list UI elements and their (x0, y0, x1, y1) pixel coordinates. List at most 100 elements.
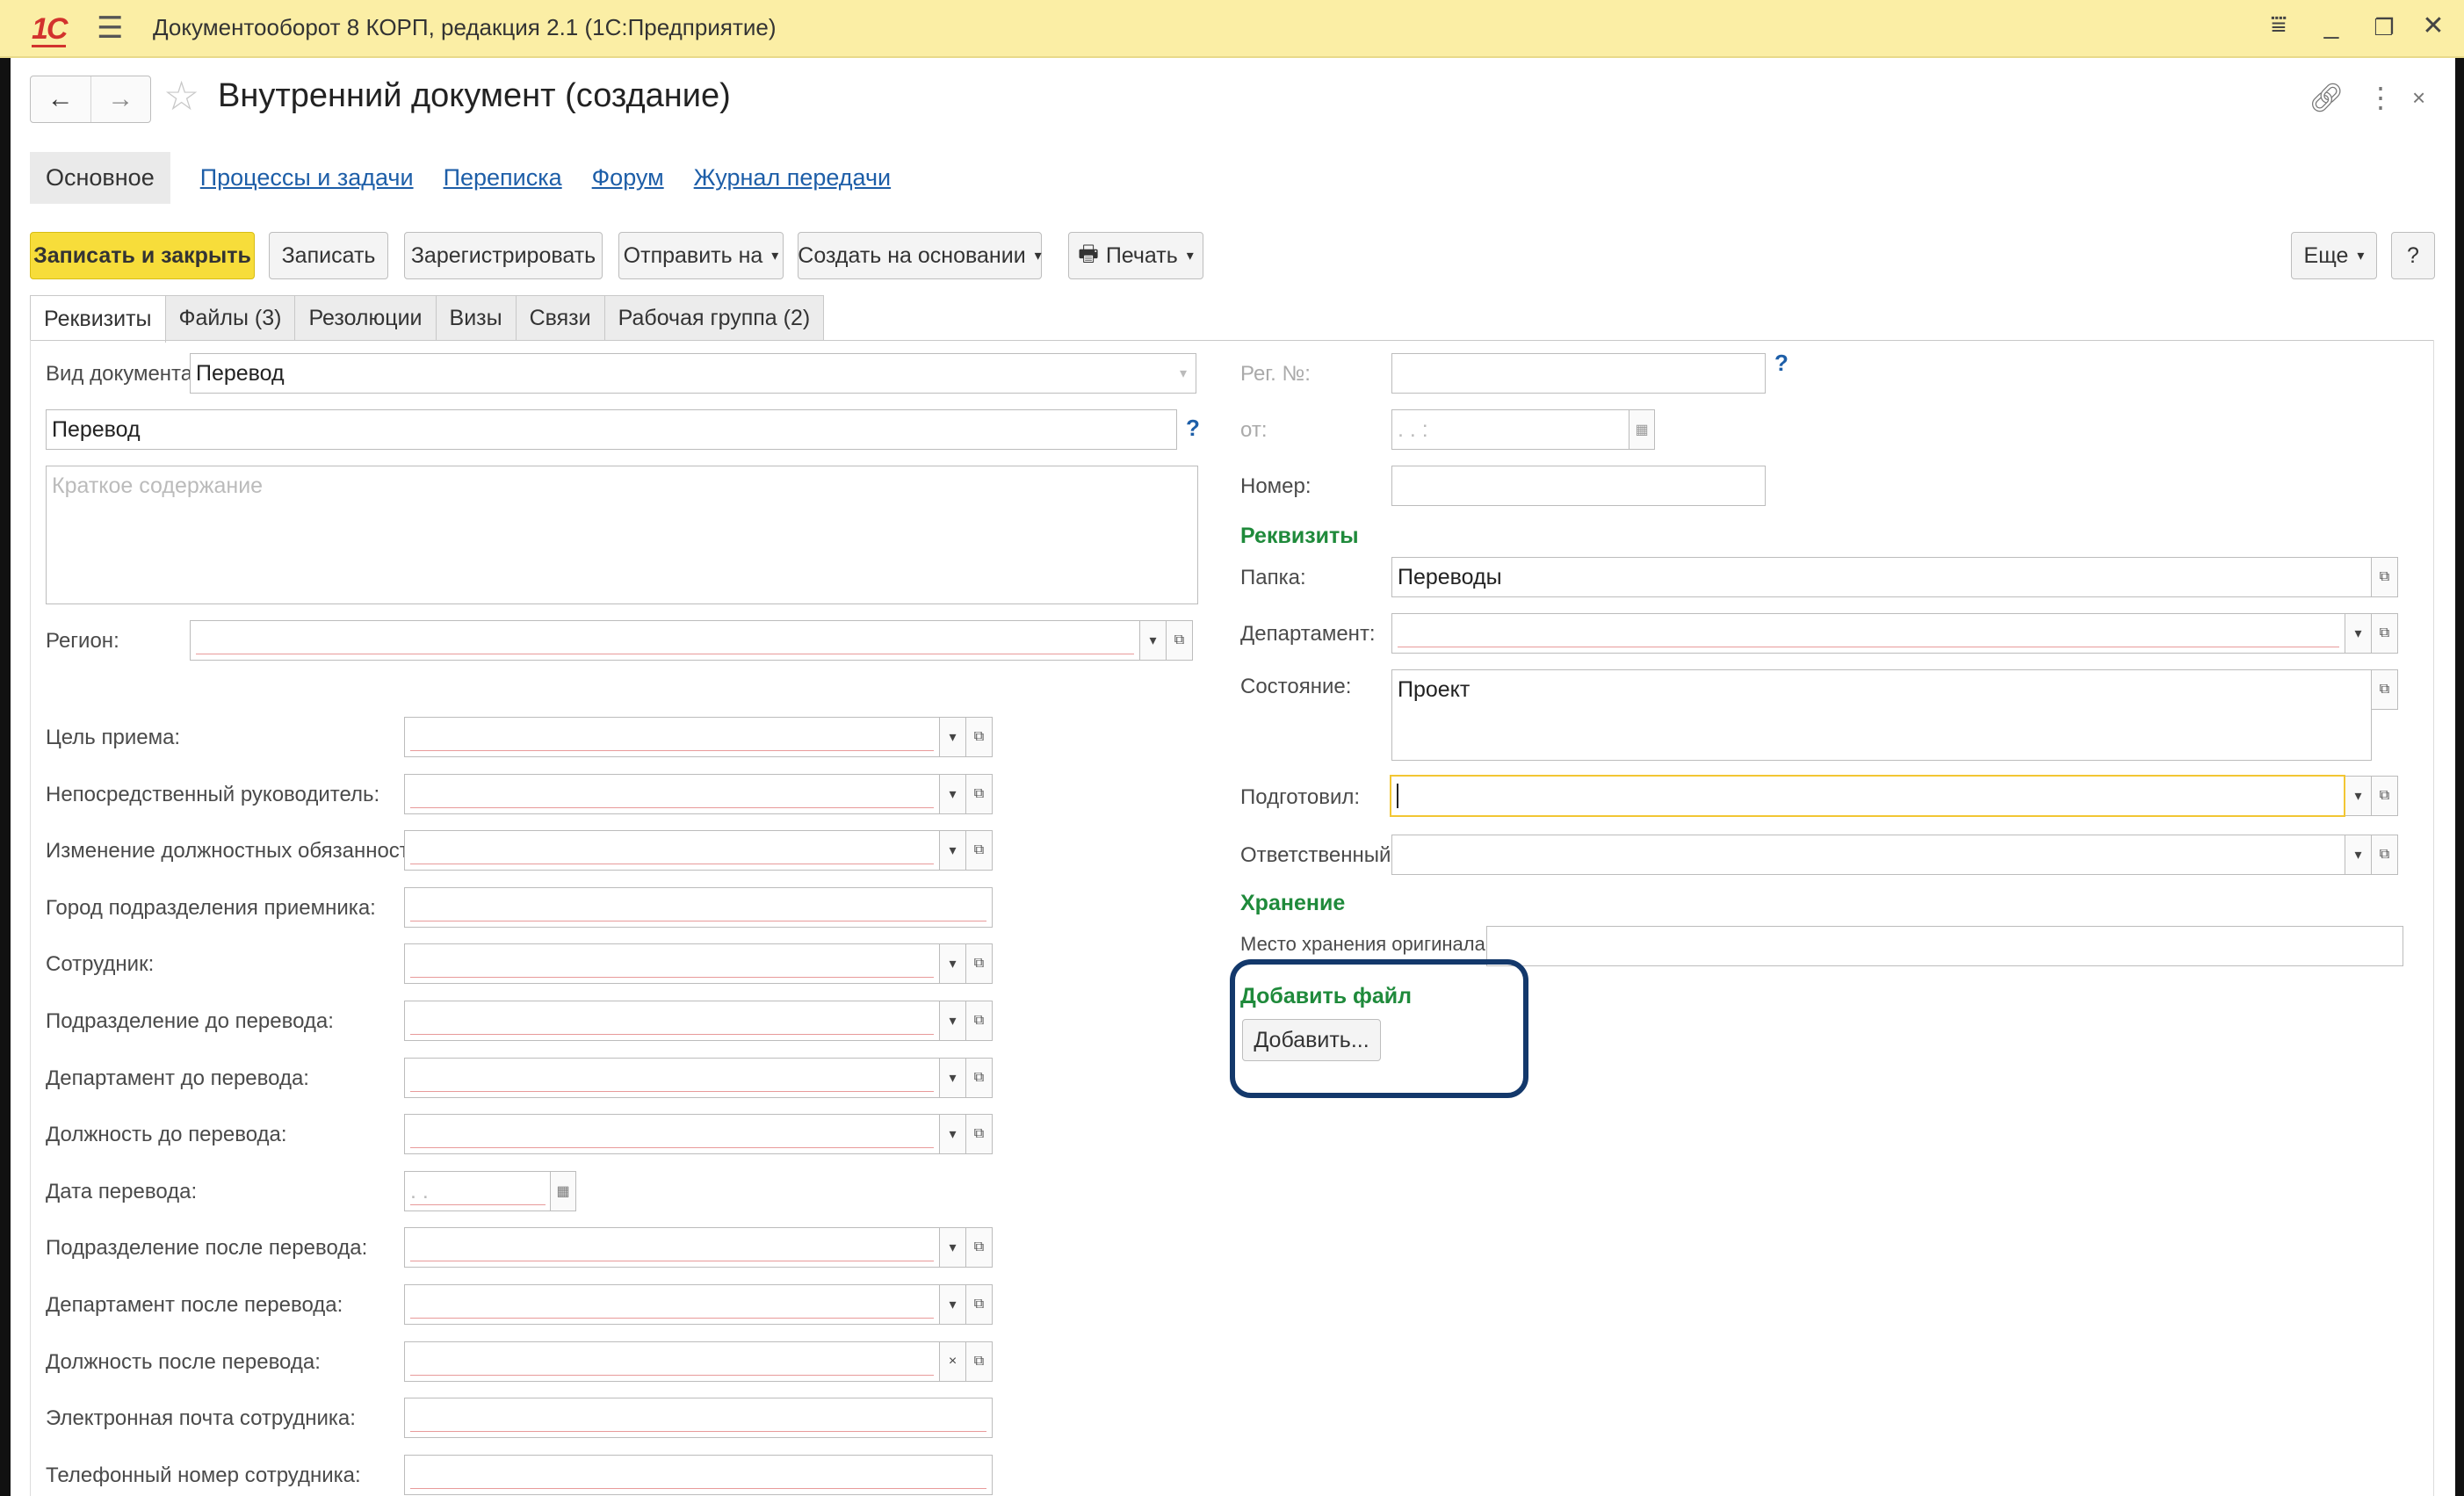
subject-field[interactable]: Перевод (46, 409, 1177, 450)
position-after-field[interactable] (404, 1341, 940, 1382)
section-processes[interactable]: Процессы и задачи (200, 164, 414, 192)
state-open-icon[interactable]: ⧉ (2372, 669, 2398, 710)
open-icon[interactable]: ⧉ (966, 1284, 993, 1325)
title-bar: 1С ☰ Документооборот 8 КОРП, редакция 2.… (0, 0, 2464, 58)
open-icon[interactable]: ⧉ (966, 1001, 993, 1041)
section-correspondence[interactable]: Переписка (444, 164, 562, 192)
duty-change-field[interactable] (404, 830, 940, 871)
state-field[interactable]: Проект (1391, 669, 2372, 761)
dropdown-arrow-icon: ▾ (771, 249, 779, 264)
region-dropdown-icon[interactable]: ▾ (1140, 620, 1167, 661)
link-icon[interactable]: 🔗︎ (2309, 81, 2345, 114)
tab-workgroup[interactable]: Рабочая группа (2) (603, 295, 825, 341)
prepared-by-open-icon[interactable]: ⧉ (2372, 776, 2398, 816)
subject-help-icon[interactable]: ? (1186, 415, 1200, 442)
forward-button[interactable]: → (90, 76, 151, 122)
folder-open-icon[interactable]: ⧉ (2372, 557, 2398, 597)
section-main[interactable]: Основное (30, 151, 170, 204)
employee-phone-field[interactable] (404, 1455, 993, 1495)
more-button[interactable]: Еще ▾ (2291, 232, 2377, 279)
send-to-button[interactable]: Отправить на ▾ (618, 232, 784, 279)
dept-after-field[interactable] (404, 1227, 940, 1268)
help-button[interactable]: ? (2391, 232, 2435, 279)
number-field[interactable] (1391, 466, 1766, 506)
dropdown-arrow-icon[interactable]: ▾ (940, 1114, 966, 1154)
settings-menu-icon[interactable]: ⩸ (2261, 11, 2296, 40)
tab-visas[interactable]: Визы (435, 295, 517, 341)
reg-no-help-icon[interactable]: ? (1774, 350, 1788, 377)
from-date-field[interactable]: . . : (1391, 409, 1630, 450)
favorite-star-icon[interactable]: ☆ (163, 76, 199, 116)
back-button[interactable]: ← (31, 76, 90, 122)
register-label: Зарегистрировать (410, 242, 596, 268)
responsible-dropdown-icon[interactable]: ▾ (2345, 835, 2372, 875)
calendar-icon[interactable]: ▦ (1629, 409, 1655, 450)
open-icon[interactable]: ⧉ (966, 830, 993, 871)
calendar-icon[interactable]: ▦ (550, 1171, 576, 1211)
minimize-icon[interactable]: _ (2314, 11, 2349, 40)
folder-field[interactable]: Переводы (1391, 557, 2372, 597)
department-dropdown-icon[interactable]: ▾ (2345, 613, 2372, 654)
summary-textarea[interactable]: Краткое содержание (46, 466, 1198, 604)
department-after-field[interactable] (404, 1284, 940, 1325)
dropdown-arrow-icon[interactable]: ▾ (940, 830, 966, 871)
region-open-icon[interactable]: ⧉ (1167, 620, 1193, 661)
dept-before-field[interactable] (404, 1001, 940, 1041)
prepared-by-field[interactable] (1390, 775, 2345, 817)
tab-links[interactable]: Связи (515, 295, 605, 341)
group-heading-storage: Хранение (1240, 891, 1346, 915)
open-icon[interactable]: ⧉ (966, 943, 993, 984)
open-icon[interactable]: ⧉ (966, 774, 993, 814)
save-button[interactable]: Записать (269, 232, 388, 279)
department-field[interactable] (1391, 613, 2345, 654)
maximize-icon[interactable]: ❐ (2366, 14, 2402, 41)
reg-no-field[interactable] (1391, 353, 1766, 394)
open-icon[interactable]: ⧉ (966, 1114, 993, 1154)
main-menu-icon[interactable]: ☰ (97, 11, 123, 46)
dropdown-arrow-icon[interactable]: ▾ (940, 943, 966, 984)
responsible-open-icon[interactable]: ⧉ (2372, 835, 2398, 875)
section-transfer-log[interactable]: Журнал передачи (694, 164, 891, 192)
clear-icon[interactable]: × (940, 1341, 966, 1382)
dept-before-label: Подразделение до перевода: (46, 1009, 334, 1033)
department-open-icon[interactable]: ⧉ (2372, 613, 2398, 654)
receiver-city-field[interactable] (404, 887, 993, 928)
open-icon[interactable]: ⧉ (966, 1058, 993, 1098)
doc-kind-dropdown-icon[interactable]: ▾ (1170, 353, 1196, 394)
position-before-field[interactable] (404, 1114, 940, 1154)
open-icon[interactable]: ⧉ (966, 1227, 993, 1268)
dropdown-arrow-icon[interactable]: ▾ (940, 1227, 966, 1268)
save-and-close-button[interactable]: Записать и закрыть (30, 232, 255, 279)
department-before-field[interactable] (404, 1058, 940, 1098)
close-form-icon[interactable]: × (2412, 84, 2425, 112)
tab-requisites[interactable]: Реквизиты (30, 295, 166, 343)
dropdown-arrow-icon[interactable]: ▾ (940, 1284, 966, 1325)
transfer-date-field[interactable]: . . (404, 1171, 552, 1211)
open-icon[interactable]: ⧉ (966, 717, 993, 757)
storage-place-field[interactable] (1486, 926, 2403, 966)
create-based-on-button[interactable]: Создать на основании ▾ (798, 232, 1042, 279)
dropdown-arrow-icon[interactable]: ▾ (940, 774, 966, 814)
dropdown-arrow-icon[interactable]: ▾ (940, 1058, 966, 1098)
register-button[interactable]: Зарегистрировать (404, 232, 603, 279)
prepared-by-dropdown-icon[interactable]: ▾ (2345, 776, 2372, 816)
transfer-date-label: Дата перевода: (46, 1180, 198, 1203)
dropdown-arrow-icon[interactable]: ▾ (940, 1001, 966, 1041)
close-window-icon[interactable]: ✕ (2416, 11, 2451, 41)
dropdown-arrow-icon[interactable]: ▾ (940, 717, 966, 757)
employee-email-field[interactable] (404, 1398, 993, 1438)
region-field[interactable] (190, 620, 1140, 661)
more-actions-icon[interactable]: ⋮ (2366, 81, 2395, 114)
dropdown-arrow-icon: ▾ (1186, 249, 1194, 264)
reception-goal-field[interactable] (404, 717, 940, 757)
print-button[interactable]: 🖶 Печать ▾ (1068, 232, 1203, 279)
tab-files[interactable]: Файлы (3) (164, 295, 296, 341)
employee-field[interactable] (404, 943, 940, 984)
open-icon[interactable]: ⧉ (966, 1341, 993, 1382)
direct-manager-field[interactable] (404, 774, 940, 814)
responsible-field[interactable] (1391, 835, 2345, 875)
doc-kind-field[interactable]: Перевод (190, 353, 1196, 394)
section-forum[interactable]: Форум (592, 164, 664, 192)
create-based-on-label: Создать на основании (798, 242, 1026, 268)
tab-resolutions[interactable]: Резолюции (294, 295, 437, 341)
